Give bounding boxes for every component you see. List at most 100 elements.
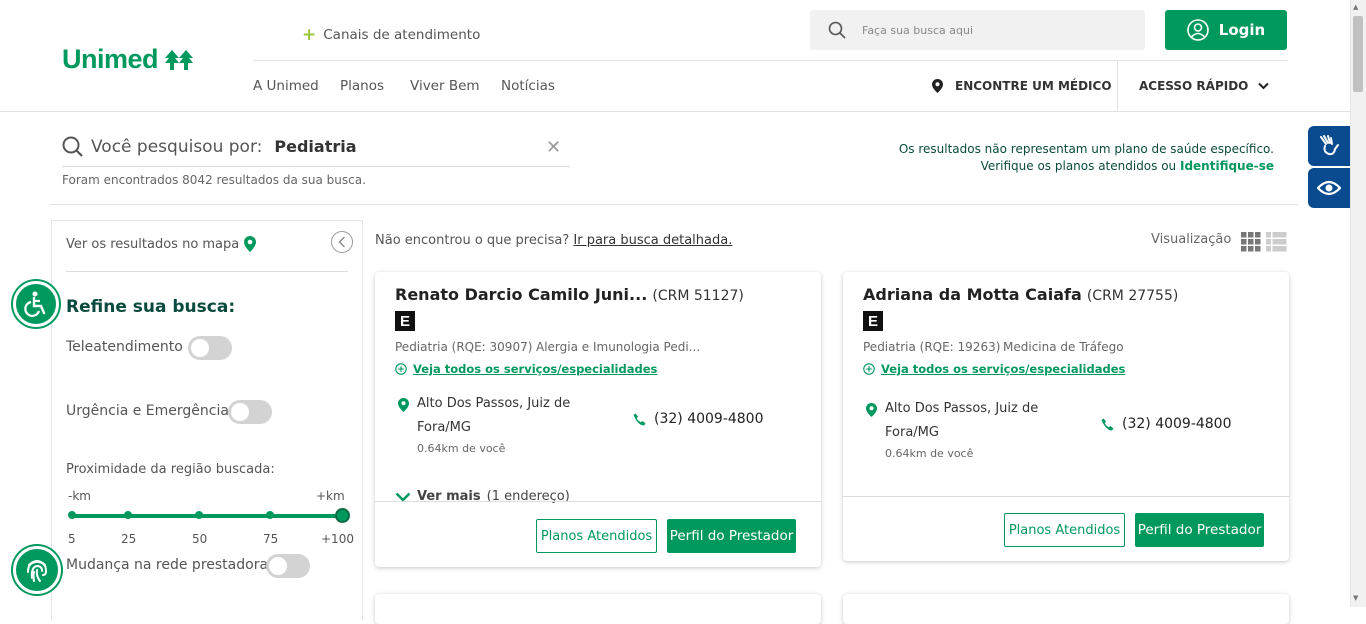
sign-language-icon: [1320, 135, 1339, 156]
search-term: Pediatria: [274, 137, 357, 156]
tick-label: 5: [68, 532, 76, 546]
location-pin-icon: [866, 403, 877, 417]
login-label: Login: [1218, 21, 1266, 39]
slider-tick-5[interactable]: [68, 511, 76, 519]
specialty-secondary: Medicina de Tráfego: [1003, 340, 1124, 354]
specialty-primary: Pediatria (RQE: 30907): [395, 340, 533, 354]
site-search-input[interactable]: Faça sua busca aqui: [810, 10, 1145, 50]
search-icon: [62, 136, 83, 157]
canais-de-atendimento-link[interactable]: + Canais de atendimento: [302, 25, 480, 45]
wheelchair-icon: [24, 291, 46, 317]
provider-name-row: Renato Darcio Camilo Juni... (CRM 51127): [395, 285, 744, 304]
map-link-label: Ver os resultados no mapa: [66, 236, 240, 252]
plus-circle-icon: [863, 363, 875, 375]
teleatendimento-label: Teleatendimento: [66, 339, 183, 355]
nav-planos[interactable]: Planos: [340, 78, 384, 94]
main-divider: [50, 204, 1298, 205]
teleatendimento-toggle[interactable]: [188, 336, 232, 360]
see-all-services-link[interactable]: Veja todos os serviços/especialidades: [863, 362, 1125, 376]
unimed-logo[interactable]: Unimed: [62, 44, 194, 75]
search-summary: Você pesquisou por: Pediatria: [62, 136, 357, 157]
contrast-view-button[interactable]: [1308, 168, 1350, 208]
disclaimer-line1: Os resultados não representam um plano d…: [898, 142, 1274, 156]
perfil-prestador-button[interactable]: Perfil do Prestador: [1135, 513, 1264, 547]
logo-text: Unimed: [62, 44, 159, 74]
sidebar-divider: [66, 271, 348, 272]
clear-search-icon[interactable]: ✕: [546, 137, 561, 158]
planos-atendidos-button[interactable]: Planos Atendidos: [1004, 513, 1125, 547]
especialista-badge-icon: E: [863, 311, 883, 331]
login-button[interactable]: Login: [1165, 10, 1287, 50]
fingerprint-button[interactable]: [13, 546, 61, 594]
provider-crm: (CRM 27755): [1086, 288, 1179, 304]
location-pin-icon: [244, 236, 257, 252]
urgencia-toggle[interactable]: [228, 400, 272, 424]
urgencia-label: Urgência e Emergência: [66, 403, 229, 419]
map-results-link[interactable]: Ver os resultados no mapa: [66, 236, 257, 252]
collapse-sidebar-button[interactable]: [331, 231, 353, 253]
mudanca-toggle[interactable]: [266, 554, 310, 578]
header-divider: [253, 60, 1288, 61]
provider-address: Alto Dos Passos, Juiz de Fora/MG: [885, 401, 1039, 440]
mudanca-label: Mudança na rede prestadora: [66, 557, 269, 573]
provider-card-partial: [843, 594, 1289, 624]
proximity-slider[interactable]: [72, 514, 342, 518]
km-max-label: +km: [316, 489, 345, 503]
provider-phone[interactable]: (32) 4009-4800: [1101, 416, 1232, 432]
list-view-icon[interactable]: [1266, 232, 1287, 252]
unimed-tree-icon: [165, 49, 194, 70]
eye-icon: [1317, 180, 1341, 196]
nav-a-unimed[interactable]: A Unimed: [253, 78, 319, 94]
see-all-label: Veja todos os serviços/especialidades: [413, 362, 658, 376]
disclaimer-line2: Verifique os planos atendidos ou Identif…: [854, 159, 1274, 173]
nav-noticias[interactable]: Notícias: [501, 78, 555, 94]
km-min-label: -km: [68, 489, 91, 503]
not-found-prefix: Não encontrou o que precisa?: [375, 233, 574, 248]
nav-viver-bem[interactable]: Viver Bem: [410, 78, 480, 94]
phone-icon: [633, 413, 646, 425]
results-count: Foram encontrados 8042 resultados da sua…: [62, 173, 366, 187]
specialty-secondary: Alergia e Imunologia Pedi...: [536, 340, 701, 354]
see-all-services-link[interactable]: Veja todos os serviços/especialidades: [395, 362, 657, 376]
accessibility-button[interactable]: [13, 281, 59, 327]
slider-handle[interactable]: [335, 508, 350, 523]
search-icon: [828, 21, 846, 39]
provider-name[interactable]: Renato Darcio Camilo Juni...: [395, 285, 647, 304]
plus-circle-icon: [395, 363, 407, 375]
chevron-down-icon: [395, 492, 411, 502]
scroll-up-arrow-icon[interactable]: ▲: [1353, 3, 1358, 11]
not-found-text: Não encontrou o que precisa? Ir para bus…: [375, 233, 732, 248]
slider-tick-25[interactable]: [124, 511, 132, 519]
location-pin-icon: [932, 79, 943, 93]
sign-language-button[interactable]: [1308, 126, 1350, 166]
planos-atendidos-button[interactable]: Planos Atendidos: [536, 519, 657, 553]
phone-icon: [1101, 418, 1114, 430]
provider-name[interactable]: Adriana da Motta Caiafa: [863, 285, 1082, 304]
scrollbar-thumb[interactable]: [1353, 16, 1363, 92]
identifique-se-link[interactable]: Identifique-se: [1180, 159, 1274, 173]
plus-icon: +: [302, 25, 317, 45]
chevron-left-icon: [338, 236, 345, 248]
provider-name-row: Adriana da Motta Caiafa (CRM 27755): [863, 285, 1178, 304]
site-header: Unimed + Canais de atendimento A Unimed …: [0, 0, 1350, 112]
card-divider: [843, 496, 1289, 497]
encontre-um-medico-link[interactable]: ENCONTRE UM MÉDICO: [932, 79, 1112, 93]
scroll-down-arrow-icon[interactable]: ▼: [1353, 594, 1358, 602]
provider-distance: 0.64km de você: [885, 447, 974, 460]
fingerprint-icon: [27, 560, 48, 582]
perfil-prestador-button[interactable]: Perfil do Prestador: [667, 519, 796, 553]
detailed-search-link[interactable]: Ir para busca detalhada.: [573, 233, 732, 248]
slider-tick-50[interactable]: [195, 511, 203, 519]
provider-phone[interactable]: (32) 4009-4800: [633, 411, 764, 427]
provider-distance: 0.64km de você: [417, 442, 506, 455]
canais-label: Canais de atendimento: [323, 27, 481, 43]
slider-tick-75[interactable]: [266, 511, 274, 519]
acesso-rapido-dropdown[interactable]: ACESSO RÁPIDO: [1139, 79, 1270, 93]
provider-card-partial: [375, 594, 821, 624]
acesso-label: ACESSO RÁPIDO: [1139, 79, 1249, 93]
location-pin-icon: [398, 398, 409, 412]
phone-number: (32) 4009-4800: [1122, 416, 1232, 432]
grid-view-icon[interactable]: [1241, 232, 1261, 252]
chevron-down-icon: [1258, 82, 1270, 90]
encontre-label: ENCONTRE UM MÉDICO: [955, 79, 1112, 93]
